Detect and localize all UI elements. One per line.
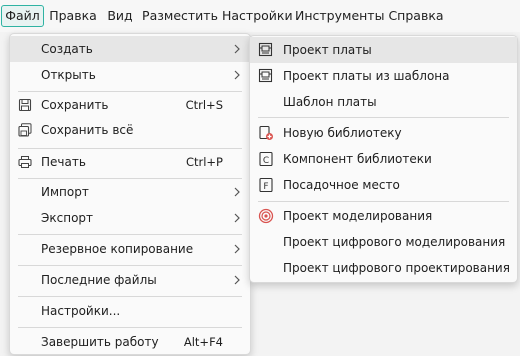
menu-item-label: Сохранить bbox=[41, 98, 109, 112]
separator bbox=[258, 201, 509, 202]
shortcut-label: Ctrl+S bbox=[185, 98, 223, 112]
chevron-right-icon bbox=[234, 44, 240, 54]
new-library-icon bbox=[259, 125, 273, 140]
save-all-icon bbox=[18, 123, 32, 137]
svg-text:F: F bbox=[263, 182, 268, 192]
submenu-item-label: Проект платы bbox=[283, 43, 372, 57]
menu-item-label: Импорт bbox=[41, 185, 89, 199]
shortcut-label: Ctrl+P bbox=[185, 155, 223, 169]
chevron-right-icon bbox=[234, 187, 240, 197]
shortcut-label: Alt+F4 bbox=[183, 335, 223, 349]
menu-file[interactable]: Файл bbox=[1, 5, 44, 27]
simulation-icon bbox=[258, 208, 274, 224]
file-menu: Создать Открыть Сохранить Ctrl+S Сохрани… bbox=[9, 33, 251, 355]
menu-tools[interactable]: Инструменты bbox=[295, 5, 384, 27]
menu-view[interactable]: Вид bbox=[104, 5, 136, 27]
submenu-item-digital-simulation[interactable]: Проект цифрового моделирования bbox=[250, 229, 517, 255]
chevron-right-icon bbox=[234, 213, 240, 223]
footprint-icon: F bbox=[259, 177, 273, 193]
component-icon: C bbox=[259, 151, 273, 167]
separator bbox=[18, 296, 242, 297]
svg-text:C: C bbox=[263, 156, 269, 166]
menu-item-label: Последние файлы bbox=[41, 273, 157, 287]
submenu-item-footprint[interactable]: F Посадочное место bbox=[250, 172, 517, 198]
menu-help[interactable]: Справка bbox=[387, 5, 445, 27]
board-template-icon bbox=[258, 68, 273, 83]
menu-item-exit[interactable]: Завершить работу Alt+F4 bbox=[10, 329, 250, 355]
submenu-item-label: Проект моделирования bbox=[283, 209, 433, 223]
submenu-item-new-library[interactable]: Новую библиотеку bbox=[250, 120, 517, 146]
menu-item-create[interactable]: Создать bbox=[10, 36, 250, 62]
chevron-right-icon bbox=[234, 275, 240, 285]
menu-item-open[interactable]: Открыть bbox=[10, 62, 250, 88]
menu-bar: Файл Правка Вид Разместить Настройки Инс… bbox=[0, 0, 520, 32]
submenu-item-board-from-template[interactable]: Проект платы из шаблона bbox=[250, 63, 517, 89]
submenu-item-label: Компонент библиотеки bbox=[283, 152, 432, 166]
create-submenu: Проект платы Проект платы из шаблона Шаб… bbox=[249, 35, 518, 283]
menu-item-label: Печать bbox=[41, 155, 86, 169]
menu-item-save-all[interactable]: Сохранить всё bbox=[10, 117, 250, 143]
submenu-item-label: Проект платы из шаблона bbox=[283, 69, 450, 83]
menu-item-label: Открыть bbox=[41, 68, 96, 82]
menu-item-label: Резервное копирование bbox=[41, 242, 194, 256]
printer-icon bbox=[18, 156, 32, 168]
submenu-item-library-component[interactable]: C Компонент библиотеки bbox=[250, 146, 517, 172]
board-project-icon bbox=[258, 42, 273, 57]
submenu-item-board-template[interactable]: Шаблон платы bbox=[250, 89, 517, 115]
menu-item-label: Сохранить всё bbox=[41, 123, 134, 137]
menu-item-import[interactable]: Импорт bbox=[10, 179, 250, 205]
separator bbox=[18, 327, 242, 328]
submenu-item-label: Проект цифрового моделирования bbox=[283, 235, 506, 249]
separator bbox=[18, 234, 242, 235]
submenu-item-board-project[interactable]: Проект платы bbox=[250, 37, 517, 63]
submenu-item-digital-design[interactable]: Проект цифрового проектирования bbox=[250, 255, 517, 281]
menu-edit[interactable]: Правка bbox=[49, 5, 97, 27]
submenu-item-simulation-project[interactable]: Проект моделирования bbox=[250, 203, 517, 229]
separator bbox=[258, 117, 509, 118]
chevron-right-icon bbox=[234, 244, 240, 254]
menu-arrange[interactable]: Разместить bbox=[142, 5, 218, 27]
menu-item-label: Настройки... bbox=[41, 304, 121, 318]
menu-item-print[interactable]: Печать Ctrl+P bbox=[10, 149, 250, 175]
menu-item-label: Экспорт bbox=[41, 211, 94, 225]
submenu-item-label: Новую библиотеку bbox=[283, 126, 402, 140]
menu-item-backup[interactable]: Резервное копирование bbox=[10, 236, 250, 262]
submenu-item-label: Посадочное место bbox=[283, 178, 400, 192]
menu-item-settings[interactable]: Настройки... bbox=[10, 298, 250, 324]
submenu-item-label: Проект цифрового проектирования bbox=[283, 261, 510, 275]
menu-item-recent-files[interactable]: Последние файлы bbox=[10, 267, 250, 293]
chevron-right-icon bbox=[234, 70, 240, 80]
save-icon bbox=[18, 98, 32, 112]
menu-item-export[interactable]: Экспорт bbox=[10, 205, 250, 231]
menu-item-label: Завершить работу bbox=[41, 335, 159, 349]
menu-settings[interactable]: Настройки bbox=[222, 5, 293, 27]
separator bbox=[18, 265, 242, 266]
submenu-item-label: Шаблон платы bbox=[283, 95, 377, 109]
menu-item-save[interactable]: Сохранить Ctrl+S bbox=[10, 92, 250, 118]
menu-item-label: Создать bbox=[41, 42, 93, 56]
